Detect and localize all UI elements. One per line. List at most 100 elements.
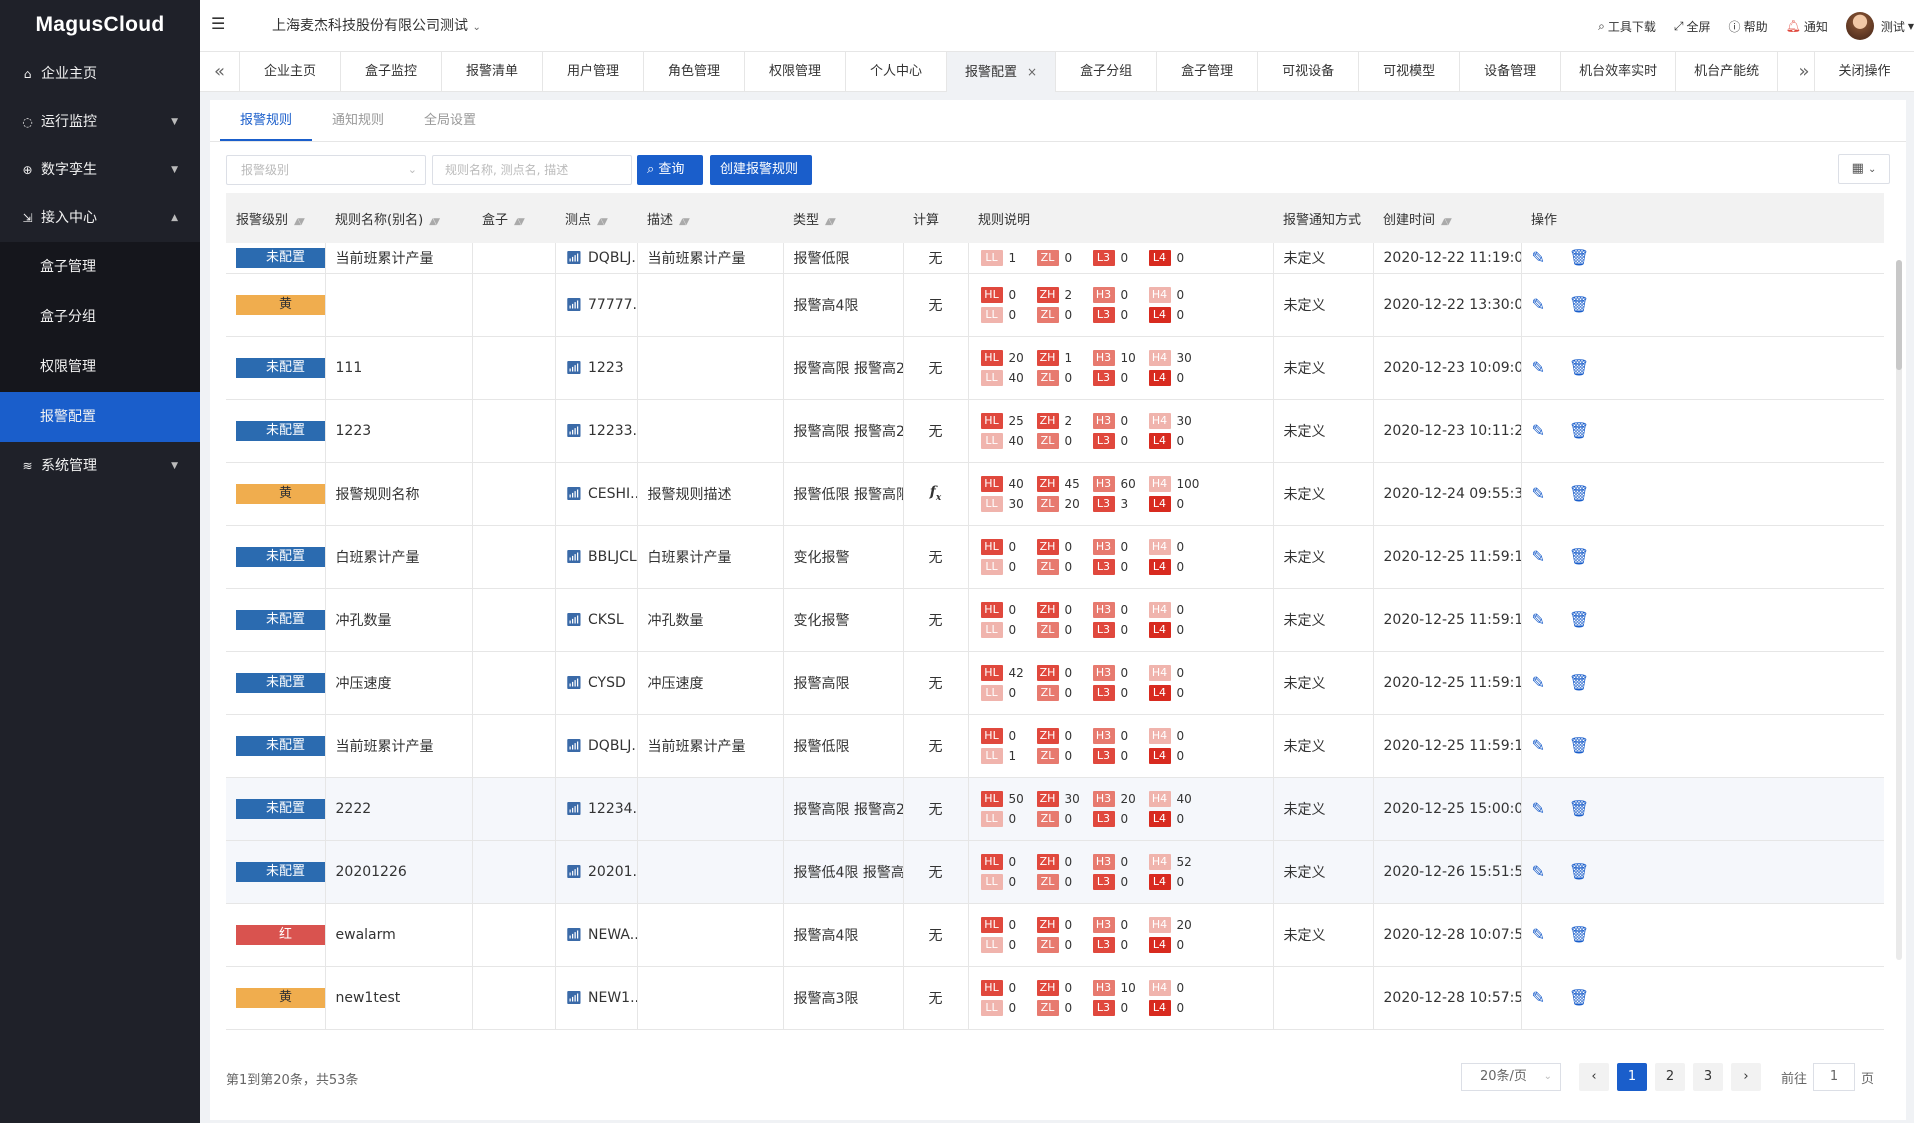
column-header-3[interactable]: 测点 ▲▼ <box>555 193 637 243</box>
sort-icon[interactable]: ▲▼ <box>514 217 525 227</box>
edit-icon[interactable]: ✎ <box>1532 862 1545 881</box>
edit-icon[interactable]: ✎ <box>1532 248 1545 267</box>
time-cell: 2020-12-25 15:00:07 <box>1373 777 1522 841</box>
trash-icon[interactable]: 🗑︎ <box>1569 248 1589 267</box>
edit-icon[interactable]: ✎ <box>1532 736 1545 755</box>
edit-icon[interactable]: ✎ <box>1532 484 1545 503</box>
sort-icon[interactable]: ▲▼ <box>825 217 836 227</box>
tabs-scroll-left-icon[interactable]: « <box>200 52 240 92</box>
create-rule-button[interactable]: 创建报警规则 <box>710 155 812 185</box>
table-scrollbar[interactable] <box>1896 260 1902 960</box>
next-page-button[interactable]: › <box>1730 1063 1761 1091</box>
column-header-2[interactable]: 盒子 ▲▼ <box>472 193 555 243</box>
trash-icon[interactable]: 🗑︎ <box>1569 547 1589 566</box>
fullscreen-button[interactable]: ⤢ 全屏 <box>1674 18 1711 35</box>
subtab-global-settings[interactable]: 全局设置 <box>404 100 496 141</box>
subtab-alarm-rules[interactable]: 报警规则 <box>220 100 313 141</box>
prev-page-button[interactable]: ‹ <box>1578 1063 1609 1091</box>
page-2-button[interactable]: 2 <box>1654 1063 1685 1091</box>
chart-icon: 📶︎ <box>565 486 583 502</box>
company-selector[interactable]: 上海麦杰科技股份有限公司测试 ⌄ <box>272 15 481 35</box>
tab-5[interactable]: 权限管理 <box>745 52 846 92</box>
sort-icon[interactable]: ▲▼ <box>294 217 305 227</box>
tab-13[interactable]: 机台效率实时 <box>1561 52 1677 92</box>
rule-name-cell: 冲孔数量 <box>325 588 473 652</box>
trash-icon[interactable]: 🗑︎ <box>1569 988 1589 1007</box>
edit-icon[interactable]: ✎ <box>1532 988 1545 1007</box>
goto-page-input[interactable]: 1 <box>1812 1063 1855 1091</box>
tab-9[interactable]: 盒子管理 <box>1157 52 1259 92</box>
tab-4[interactable]: 角色管理 <box>644 52 745 92</box>
edit-icon[interactable]: ✎ <box>1532 925 1545 944</box>
trash-icon[interactable]: 🗑︎ <box>1569 610 1589 629</box>
edit-icon[interactable]: ✎ <box>1532 610 1545 629</box>
sort-icon[interactable]: ▲▼ <box>429 217 440 227</box>
sidebar-item-permission[interactable]: 权限管理 <box>0 342 200 392</box>
column-settings-button[interactable]: ▦ ⌄ <box>1838 154 1890 184</box>
tab-3[interactable]: 用户管理 <box>543 52 644 92</box>
alarm-level-select[interactable]: 报警级别 ⌄ <box>226 155 426 185</box>
sort-icon[interactable]: ▲▼ <box>597 217 608 227</box>
table-row: 未配置 冲压速度 📶︎ CYSD 冲压速度 报警高限无 HL 42 ZH 0 H3 0 H4 0 LL 0 ZL… <box>226 651 1884 715</box>
tab-2[interactable]: 报警清单 <box>442 52 543 92</box>
tool-download-button[interactable]: ⌕ 工具下载 <box>1598 18 1656 35</box>
tab-14[interactable]: 机台产能统 <box>1676 52 1779 92</box>
search-input[interactable]: 规则名称, 测点名, 描述 <box>432 155 632 185</box>
edit-icon[interactable]: ✎ <box>1532 799 1545 818</box>
tabs-scroll-right-icon[interactable]: » <box>1794 52 1814 92</box>
column-header-4[interactable]: 描述 ▲▼ <box>637 193 783 243</box>
subtab-notify-rules[interactable]: 通知规则 <box>312 100 404 141</box>
close-ops-button[interactable]: 关闭操作 <box>1814 52 1914 92</box>
alarm-level-badge: 未配置 <box>236 861 324 882</box>
edit-icon[interactable]: ✎ <box>1532 421 1545 440</box>
sidebar-item-alarm-config[interactable]: 报警配置 <box>0 392 200 442</box>
sidebar-item-twin[interactable]: ⊕ 数字孪生 ▼ <box>0 146 200 194</box>
trash-icon[interactable]: 🗑︎ <box>1569 421 1589 440</box>
tab-8[interactable]: 盒子分组 <box>1056 52 1158 92</box>
sidebar-item-access[interactable]: ⇲ 接入中心 ▲ <box>0 194 200 242</box>
sort-icon[interactable]: ▲▼ <box>679 217 690 227</box>
notify-button[interactable]: 🔔︎ 通知 <box>1786 18 1828 35</box>
sidebar-item-home[interactable]: ⌂ 企业主页 <box>0 50 200 98</box>
sidebar-item-box-group[interactable]: 盒子分组 <box>0 292 200 342</box>
app-logo: MagusCloud <box>35 13 165 36</box>
page-size-select[interactable]: 20条/页 ⌄ <box>1460 1063 1561 1091</box>
trash-icon[interactable]: 🗑︎ <box>1569 358 1589 377</box>
sidebar-item-system[interactable]: ≋ 系统管理 ▼ <box>0 442 200 490</box>
edit-icon[interactable]: ✎ <box>1532 358 1545 377</box>
query-button[interactable]: ⌕ 查询 <box>637 155 703 185</box>
trash-icon[interactable]: 🗑︎ <box>1569 484 1589 503</box>
sidebar-item-box-manage[interactable]: 盒子管理 <box>0 242 200 292</box>
tab-close-icon[interactable]: × <box>1027 65 1037 79</box>
sidebar-item-monitor[interactable]: ◌ 运行监控 ▼ <box>0 98 200 146</box>
tab-6[interactable]: 个人中心 <box>846 52 947 92</box>
column-header-5[interactable]: 类型 ▲▼ <box>783 193 903 243</box>
edit-icon[interactable]: ✎ <box>1532 295 1545 314</box>
trash-icon[interactable]: 🗑︎ <box>1569 925 1589 944</box>
column-header-9[interactable]: 创建时间 ▲▼ <box>1373 193 1521 243</box>
column-header-0[interactable]: 报警级别 ▲▼ <box>226 193 325 243</box>
help-button[interactable]: ⓘ 帮助 <box>1729 18 1768 35</box>
edit-icon[interactable]: ✎ <box>1532 673 1545 692</box>
user-menu[interactable]: 测试 ▼ <box>1845 12 1914 40</box>
edit-icon[interactable]: ✎ <box>1532 547 1545 566</box>
column-header-1[interactable]: 规则名称(别名) ▲▼ <box>325 193 472 243</box>
trash-icon[interactable]: 🗑︎ <box>1569 862 1589 881</box>
desc-cell <box>637 777 784 841</box>
tab-0[interactable]: 企业主页 <box>240 52 341 92</box>
trash-icon[interactable]: 🗑︎ <box>1569 799 1589 818</box>
tab-1[interactable]: 盒子监控 <box>341 52 442 92</box>
trash-icon[interactable]: 🗑︎ <box>1569 673 1589 692</box>
scrollbar-thumb[interactable] <box>1896 260 1902 370</box>
trash-icon[interactable]: 🗑︎ <box>1569 736 1589 755</box>
tab-10[interactable]: 可视设备 <box>1258 52 1360 92</box>
notify-cell: 未定义 <box>1273 336 1374 400</box>
tab-7[interactable]: 报警配置 × <box>947 52 1057 92</box>
page-3-button[interactable]: 3 <box>1692 1063 1723 1091</box>
sort-icon[interactable]: ▲▼ <box>1441 217 1452 227</box>
tab-12[interactable]: 设备管理 <box>1460 52 1562 92</box>
tab-11[interactable]: 可视模型 <box>1359 52 1461 92</box>
trash-icon[interactable]: 🗑︎ <box>1569 295 1589 314</box>
page-1-button[interactable]: 1 <box>1616 1063 1647 1091</box>
menu-fold-icon[interactable]: ☰ <box>211 14 225 33</box>
